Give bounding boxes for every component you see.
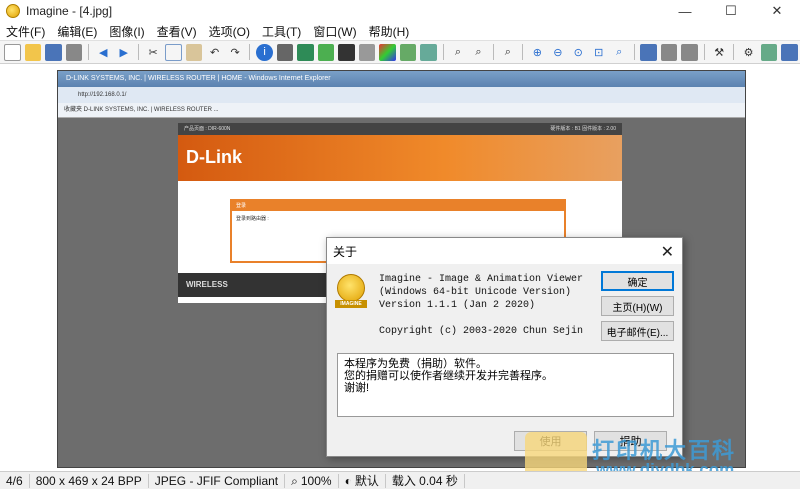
imagine-logo-icon <box>337 274 365 302</box>
menu-tools[interactable]: 工具(T) <box>256 23 307 40</box>
wrench-icon[interactable]: ⚒ <box>711 44 727 61</box>
window-title: Imagine - [4.jpg] <box>26 4 113 18</box>
paste-icon[interactable] <box>185 43 203 61</box>
logo-label: IMAGINE <box>335 300 367 308</box>
status-mode: ◐ 默认 <box>339 473 386 488</box>
help-icon[interactable] <box>781 43 798 61</box>
screenshot-icon[interactable] <box>276 43 294 61</box>
status-format: JPEG - JFIF Compliant <box>149 473 286 488</box>
palette-icon[interactable] <box>338 43 355 61</box>
router-top: 产品页面 : DIR-600N 硬件版本 : B1 固件版本 : 2.00 <box>178 123 622 135</box>
menu-bar: 文件(F) 编辑(E) 图像(I) 查看(V) 选项(O) 工具(T) 窗口(W… <box>0 22 800 40</box>
toolbar: ◀ ▶ ✂ ↶ ↷ i ⌕ ⌕ ⌕ ⊕ ⊖ ⊙ ⊡ ⌕ ⚒ ⚙ <box>0 40 800 64</box>
monitor-icon[interactable] <box>640 43 657 61</box>
zoom-value: 100% <box>300 473 332 488</box>
info-line-1: Imagine - Image & Animation Viewer <box>379 274 584 285</box>
donation-line-1: 本程序为免费（捐助）软件。 <box>344 358 487 370</box>
status-zoom: ⌕ 100% <box>285 473 339 488</box>
menu-view[interactable]: 查看(V) <box>151 23 203 40</box>
toolbar-separator <box>442 44 444 60</box>
close-button[interactable]: ✕ <box>754 0 800 22</box>
fullscreen-icon[interactable] <box>681 43 698 61</box>
status-dimensions: 800 x 469 x 24 BPP <box>30 473 149 488</box>
app-icon <box>6 4 20 18</box>
mode-icon: ◐ <box>344 473 352 488</box>
menu-image[interactable]: 图像(I) <box>103 23 150 40</box>
slideshow-icon[interactable] <box>660 43 678 61</box>
copy-icon[interactable] <box>165 43 182 61</box>
maximize-button[interactable]: ☐ <box>708 0 754 22</box>
cut-icon[interactable]: ✂ <box>145 44 161 61</box>
login-sub: 登录到路由器 : <box>236 216 269 222</box>
toolbar-separator <box>633 44 635 60</box>
router-banner: D-Link <box>178 135 622 181</box>
zoom-icon: ⌕ <box>291 473 298 488</box>
login-title: 登录 <box>232 201 564 211</box>
redo-icon[interactable]: ↷ <box>227 44 243 61</box>
dialog-title-bar: 关于 ✕ <box>327 238 682 264</box>
zoom-fit-icon[interactable]: ⊙ <box>570 44 586 61</box>
open-icon[interactable] <box>24 43 42 61</box>
toolbar-separator <box>88 44 89 60</box>
info-line-2: (Windows 64-bit Unicode Version) <box>379 287 572 298</box>
title-bar: Imagine - [4.jpg] — ☐ ✕ <box>0 0 800 22</box>
zoom-in-icon[interactable]: ⊕ <box>529 44 545 61</box>
info-line-3: Version 1.1.1 (Jan 2 2020) <box>379 300 536 311</box>
new-icon[interactable] <box>4 43 21 61</box>
info-line-4: Copyright (c) 2003-2020 Chun Sejin <box>379 326 584 337</box>
donation-line-3: 谢谢! <box>344 382 370 394</box>
zoom-actual-icon[interactable]: ⊡ <box>591 44 607 61</box>
ie-favorites: 收藏夹 D-LINK SYSTEMS, INC. | WIRELESS ROUT… <box>58 103 745 118</box>
zoom-out-icon[interactable]: ⊖ <box>550 44 566 61</box>
menu-file[interactable]: 文件(F) <box>0 23 51 40</box>
router-version: 硬件版本 : B1 固件版本 : 2.00 <box>550 126 616 132</box>
about-dialog: 关于 ✕ IMAGINE Imagine - Image & Animation… <box>326 237 683 457</box>
homepage-button[interactable]: 主页(H)(W) <box>601 296 674 316</box>
fit-icon[interactable]: ⌕ <box>470 44 486 61</box>
prev-icon[interactable]: ◀ <box>95 44 111 61</box>
email-button[interactable]: 电子邮件(E)... <box>601 321 674 341</box>
save-icon[interactable] <box>45 43 62 61</box>
plugin-icon[interactable] <box>760 43 778 61</box>
dialog-close-icon[interactable]: ✕ <box>661 242 674 262</box>
toolbar-separator <box>733 44 735 60</box>
ok-button[interactable]: 确定 <box>601 271 674 291</box>
rotate-icon[interactable] <box>399 43 417 61</box>
undo-icon[interactable]: ↶ <box>206 44 222 61</box>
toolbar-separator <box>249 44 251 60</box>
settings-icon[interactable]: ⚙ <box>740 44 756 61</box>
info-icon[interactable]: i <box>256 43 273 61</box>
toolbar-separator <box>137 44 139 60</box>
ie-address: http://192.168.0.1/ <box>58 87 745 103</box>
menu-options[interactable]: 选项(O) <box>203 23 256 40</box>
status-index: 4/6 <box>0 473 30 488</box>
print-icon[interactable] <box>65 43 82 61</box>
menu-edit[interactable]: 编辑(E) <box>51 23 103 40</box>
next-icon[interactable]: ▶ <box>115 44 131 61</box>
mode-value: 默认 <box>354 473 379 488</box>
donation-line-2: 您的捐赠可以使作者继续开发并完善程序。 <box>344 370 553 382</box>
ie-title: D-LINK SYSTEMS, INC. | WIRELESS ROUTER |… <box>58 71 745 87</box>
router-product: 产品页面 : DIR-600N <box>184 126 231 132</box>
tool-icon[interactable] <box>358 43 376 61</box>
menu-help[interactable]: 帮助(H) <box>363 23 416 40</box>
zoom-tool-icon[interactable]: ⌕ <box>611 44 627 61</box>
search-icon[interactable]: ⌕ <box>500 44 516 61</box>
dialog-title: 关于 <box>333 244 358 259</box>
menu-window[interactable]: 窗口(W) <box>307 23 362 40</box>
toolbar-separator <box>522 44 524 60</box>
color-icon[interactable] <box>379 43 396 61</box>
status-bar: 4/6 800 x 469 x 24 BPP JPEG - JFIF Compl… <box>0 471 800 489</box>
toolbar-separator <box>703 44 705 60</box>
dlink-logo: D-Link <box>186 147 242 167</box>
status-load: 载入 0.04 秒 <box>386 473 465 488</box>
donation-text: 本程序为免费（捐助）软件。 您的捐赠可以使作者继续开发并完善程序。 谢谢! <box>337 353 674 417</box>
image-icon[interactable] <box>297 43 314 61</box>
zoom-icon[interactable]: ⌕ <box>450 44 466 61</box>
effects-icon[interactable] <box>317 43 335 61</box>
flip-icon[interactable] <box>420 43 437 61</box>
toolbar-separator <box>492 44 494 60</box>
minimize-button[interactable]: — <box>662 0 708 22</box>
